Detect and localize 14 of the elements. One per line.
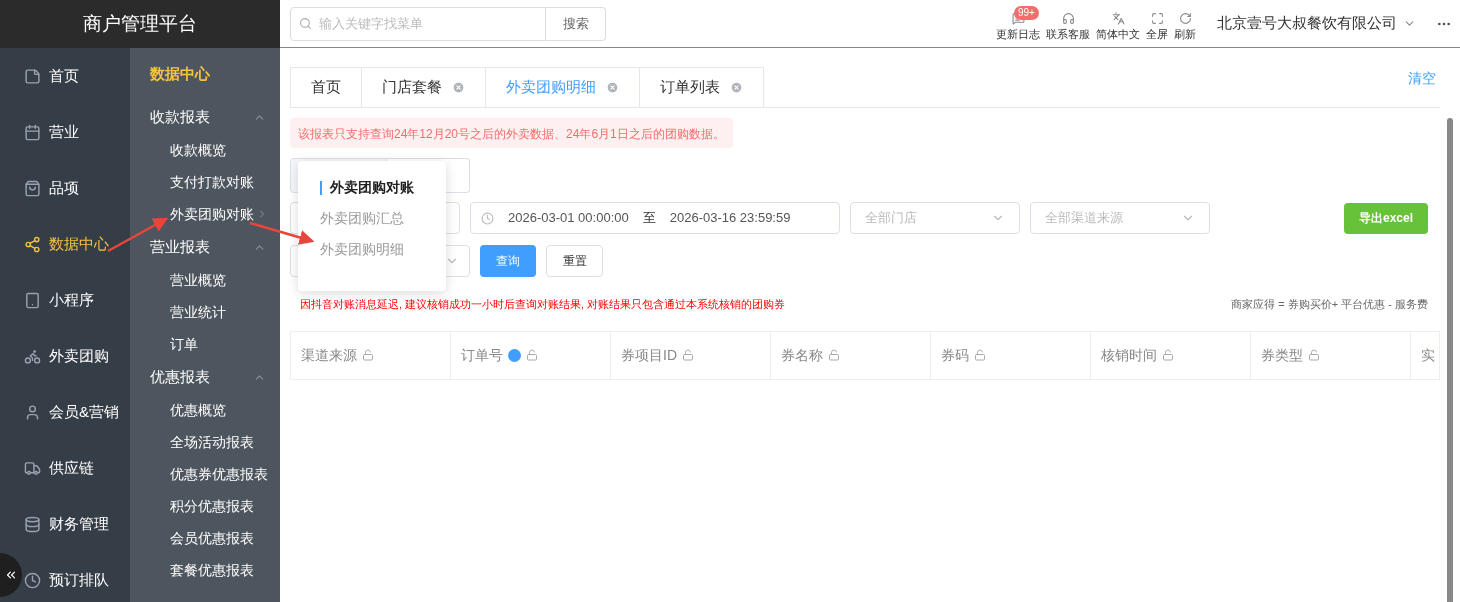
column-header: 订单号 [451,331,611,379]
column-header: 渠道来源 [291,331,451,379]
formula-text: 商家应得 = 券购买价+ 平台优惠 - 服务费 [1231,297,1428,312]
submenu-title: 数据中心 [149,63,211,84]
column-header: 券项目ID [611,331,771,379]
popover-title: 外卖团购对账 [330,178,414,197]
count-badge: 99+ [1014,6,1039,20]
column-header: 核销时间 [1091,331,1251,379]
column-header: 券类型 [1251,331,1411,379]
notice-text: 因抖音对账消息延迟, 建议核销成功一小时后查询对账结果, 对账结果只包含通过本系统核销的团购券 [300,297,786,312]
column-header: 券名称 [771,331,931,379]
warning-text: 该报表只支持查询24年12月20号之后的外卖数据、24年6月1日之后的团购数据。 [298,127,725,141]
column-header: 券码 [931,331,1091,379]
brand-title: 商户管理平台 [0,0,280,48]
